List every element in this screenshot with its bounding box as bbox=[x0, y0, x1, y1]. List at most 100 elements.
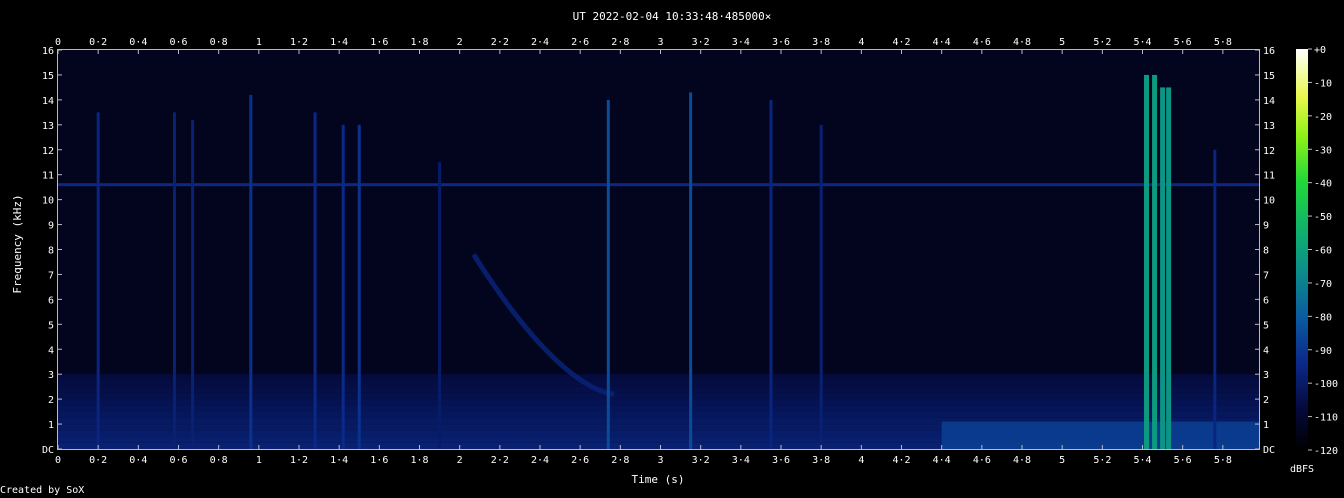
x-tick-label-bottom: 3·6 bbox=[772, 455, 790, 466]
y-tick-label-left: DC bbox=[42, 445, 54, 456]
x-tick-label-top: 2·6 bbox=[571, 37, 589, 48]
y-tick-label-right: 5 bbox=[1263, 320, 1269, 331]
y-tick-label-left: 12 bbox=[42, 146, 54, 157]
y-tick-label-right: 13 bbox=[1263, 121, 1275, 132]
spike bbox=[1152, 74, 1158, 449]
low-band-strip bbox=[58, 399, 1259, 406]
x-tick-label-top: 3·8 bbox=[812, 37, 830, 48]
colorbar-tick-label: +0 bbox=[1314, 45, 1326, 56]
y-tick-label-left: 5 bbox=[48, 320, 54, 331]
tone-line bbox=[58, 183, 1259, 187]
y-tick-label-right: 3 bbox=[1263, 370, 1269, 381]
x-tick-label-bottom: 3·4 bbox=[732, 455, 750, 466]
colorbar-tick-label: -20 bbox=[1314, 112, 1332, 123]
low-band-strip bbox=[58, 411, 1259, 418]
x-tick-label-top: 4·2 bbox=[892, 37, 910, 48]
x-tick-label-top: 1 bbox=[256, 37, 262, 48]
late-low-band bbox=[941, 421, 1259, 449]
y-tick-label-left: 9 bbox=[48, 221, 54, 232]
x-tick-label-bottom: 2·2 bbox=[491, 455, 509, 466]
x-tick-label-top: 2·8 bbox=[611, 37, 629, 48]
y-axis-label: Frequency (kHz) bbox=[11, 194, 24, 293]
spike bbox=[769, 99, 773, 449]
y-tick-label-right: 8 bbox=[1263, 246, 1269, 257]
x-tick-label-bottom: 0·4 bbox=[129, 455, 147, 466]
x-tick-label-top: 5 bbox=[1059, 37, 1065, 48]
colorbar-tick-label: -60 bbox=[1314, 246, 1332, 257]
y-tick-label-left: 10 bbox=[42, 196, 54, 207]
colorbar-tick-label: -80 bbox=[1314, 312, 1332, 323]
spike bbox=[1166, 87, 1172, 449]
x-tick-label-top: 5·8 bbox=[1214, 37, 1232, 48]
x-tick-label-top: 0·4 bbox=[129, 37, 147, 48]
x-tick-label-bottom: 0 bbox=[55, 455, 61, 466]
low-band-strip bbox=[58, 392, 1259, 400]
x-tick-label-bottom: 2·4 bbox=[531, 455, 549, 466]
x-tick-label-bottom: 5·8 bbox=[1214, 455, 1232, 466]
low-band-strip bbox=[58, 405, 1259, 412]
spike bbox=[1160, 87, 1166, 449]
credit-text: Created by SoX bbox=[0, 485, 85, 496]
y-tick-label-right: 11 bbox=[1263, 171, 1275, 182]
spike bbox=[1144, 74, 1150, 449]
x-tick-label-bottom: 5·4 bbox=[1133, 455, 1151, 466]
y-tick-label-right: 6 bbox=[1263, 295, 1269, 306]
colorbar-tick-label: -40 bbox=[1314, 179, 1332, 190]
x-tick-label-bottom: 4·2 bbox=[892, 455, 910, 466]
colorbar-tick-label: -120 bbox=[1314, 446, 1338, 457]
x-tick-label-bottom: 2 bbox=[457, 455, 463, 466]
x-tick-label-bottom: 3 bbox=[657, 455, 663, 466]
x-tick-label-top: 1·2 bbox=[290, 37, 308, 48]
x-tick-label-top: 0·6 bbox=[169, 37, 187, 48]
x-tick-label-bottom: 1·8 bbox=[410, 455, 428, 466]
low-band-strip bbox=[58, 374, 1259, 381]
y-tick-label-left: 15 bbox=[42, 71, 54, 82]
x-tick-label-top: 1·4 bbox=[330, 37, 348, 48]
x-tick-label-bottom: 1·2 bbox=[290, 455, 308, 466]
x-tick-label-bottom: 1·4 bbox=[330, 455, 348, 466]
spike bbox=[249, 94, 253, 449]
y-tick-label-right: 12 bbox=[1263, 146, 1275, 157]
x-tick-label-bottom: 4·8 bbox=[1013, 455, 1031, 466]
y-tick-label-right: 4 bbox=[1263, 345, 1269, 356]
y-tick-label-right: 15 bbox=[1263, 71, 1275, 82]
y-tick-label-left: 7 bbox=[48, 270, 54, 281]
spike bbox=[689, 92, 693, 450]
low-band-strip bbox=[58, 380, 1259, 387]
x-tick-label-bottom: 5·2 bbox=[1093, 455, 1111, 466]
x-axis-label: Time (s) bbox=[632, 473, 685, 486]
spike bbox=[1213, 149, 1217, 449]
spike bbox=[438, 162, 442, 449]
x-tick-label-bottom: 0·8 bbox=[210, 455, 228, 466]
x-tick-label-bottom: 1 bbox=[256, 455, 262, 466]
spike bbox=[819, 124, 823, 449]
x-tick-label-top: 5·2 bbox=[1093, 37, 1111, 48]
x-tick-label-top: 4·4 bbox=[933, 37, 951, 48]
x-tick-label-top: 3·6 bbox=[772, 37, 790, 48]
x-tick-label-top: 0·8 bbox=[210, 37, 228, 48]
y-tick-label-left: 4 bbox=[48, 345, 54, 356]
x-tick-label-bottom: 2·8 bbox=[611, 455, 629, 466]
x-tick-label-top: 3·2 bbox=[692, 37, 710, 48]
y-tick-label-left: 6 bbox=[48, 295, 54, 306]
x-tick-label-bottom: 0·6 bbox=[169, 455, 187, 466]
x-tick-label-top: 2 bbox=[457, 37, 463, 48]
x-tick-label-bottom: 2·6 bbox=[571, 455, 589, 466]
spike bbox=[313, 112, 317, 449]
y-tick-label-left: 1 bbox=[48, 420, 54, 431]
x-tick-label-bottom: 5·6 bbox=[1174, 455, 1192, 466]
y-tick-label-left: 13 bbox=[42, 121, 54, 132]
x-tick-label-bottom: 3·8 bbox=[812, 455, 830, 466]
colorbar-tick-label: -10 bbox=[1314, 78, 1332, 89]
x-tick-label-top: 4·6 bbox=[973, 37, 991, 48]
colorbar-label: dBFS bbox=[1290, 464, 1314, 475]
spike bbox=[357, 124, 361, 449]
y-tick-label-left: 14 bbox=[42, 96, 54, 107]
spectrogram-heatmap bbox=[58, 50, 1259, 450]
x-tick-label-top: 1·6 bbox=[370, 37, 388, 48]
chart-title: UT 2022-02-04 10:33:48·485000× bbox=[573, 10, 772, 23]
x-tick-label-top: 2·4 bbox=[531, 37, 549, 48]
x-tick-label-top: 4·8 bbox=[1013, 37, 1031, 48]
colorbar-tick-label: -110 bbox=[1314, 413, 1338, 424]
x-tick-label-bottom: 4·6 bbox=[973, 455, 991, 466]
